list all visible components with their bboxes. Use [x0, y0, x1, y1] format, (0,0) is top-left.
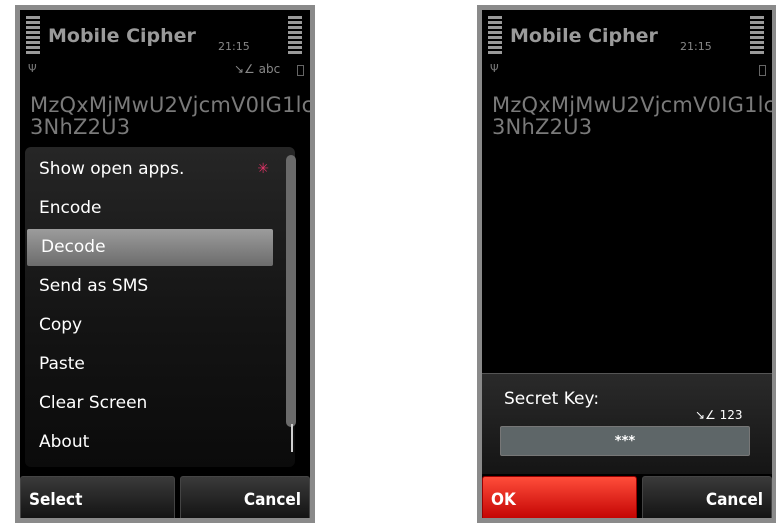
cipher-text-display[interactable]: MzQxMjMwU2VjcmV0IG1lc3NhZ2U3 — [492, 94, 772, 138]
antenna-icon: Ψ — [490, 62, 499, 75]
menu-item-copy[interactable]: Copy — [25, 307, 273, 344]
menu-item-clear-screen[interactable]: Clear Screen — [25, 385, 273, 422]
menu-scroll-track — [291, 424, 293, 452]
signal-strength-icon — [26, 16, 40, 56]
options-menu: Show open apps. ✳ Encode Decode Send as … — [25, 147, 296, 467]
menu-item-label: Send as SMS — [39, 276, 149, 296]
menu-item-label: About — [39, 432, 90, 452]
menu-item-send-as-sms[interactable]: Send as SMS — [25, 268, 273, 305]
menu-item-label: Clear Screen — [39, 393, 148, 413]
menu-item-show-open-apps[interactable]: Show open apps. ✳ — [25, 151, 273, 188]
battery-icon — [297, 65, 304, 76]
phone-screen-menu: Mobile Cipher 21:15 Ψ ↘∠ abc MzQxMjMwU2V… — [15, 5, 315, 523]
menu-item-about[interactable]: About — [25, 424, 273, 461]
battery-level-icon — [288, 16, 302, 56]
menu-item-label: Encode — [39, 198, 102, 218]
menu-item-decode[interactable]: Decode — [27, 229, 273, 266]
app-title: Mobile Cipher — [48, 25, 196, 47]
battery-icon — [759, 65, 766, 76]
menu-item-paste[interactable]: Paste — [25, 346, 273, 383]
signal-strength-icon — [488, 16, 502, 56]
battery-level-icon — [750, 16, 764, 56]
input-mode-indicator: ↘∠ 123 — [695, 408, 743, 422]
menu-item-label: Paste — [39, 354, 85, 374]
secret-key-input[interactable]: *** — [500, 426, 750, 456]
ok-softkey[interactable]: OK — [482, 476, 637, 518]
clock: 21:15 — [218, 40, 250, 53]
cancel-softkey[interactable]: Cancel — [642, 476, 772, 518]
secret-key-label: Secret Key: — [504, 389, 600, 409]
cancel-softkey[interactable]: Cancel — [180, 476, 310, 518]
select-softkey[interactable]: Select — [20, 476, 175, 518]
antenna-icon: Ψ — [28, 62, 37, 75]
menu-item-label: Copy — [39, 315, 83, 335]
input-mode-indicator: ↘∠ abc — [234, 62, 281, 76]
secret-key-dialog: Secret Key: ↘∠ 123 *** — [482, 373, 772, 474]
cipher-text-display[interactable]: MzQxMjMwU2VjcmV0IG1lc3NhZ2U3 — [30, 94, 310, 138]
menu-item-encode[interactable]: Encode — [25, 190, 273, 227]
phone-screen-secret-key: Mobile Cipher 21:15 Ψ MzQxMjMwU2VjcmV0IG… — [477, 5, 776, 523]
app-title: Mobile Cipher — [510, 25, 658, 47]
open-apps-icon: ✳ — [257, 161, 269, 177]
menu-item-label: Decode — [41, 237, 106, 257]
menu-scrollbar[interactable] — [286, 155, 296, 427]
clock: 21:15 — [680, 40, 712, 53]
menu-item-label: Show open apps. — [39, 159, 185, 179]
